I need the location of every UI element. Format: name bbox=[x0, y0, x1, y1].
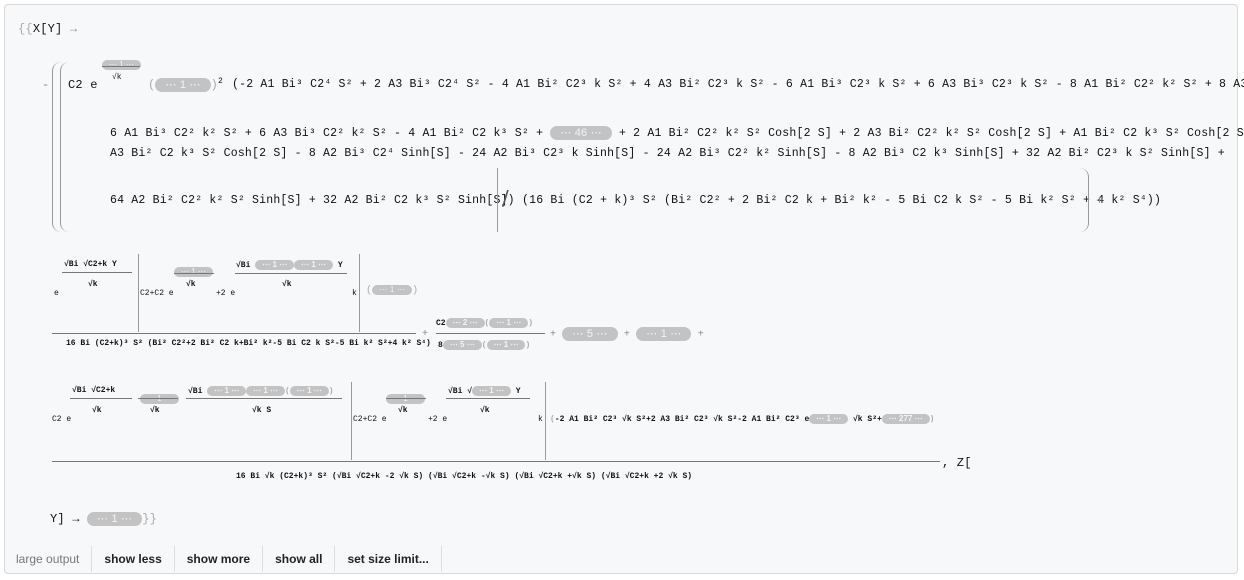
skipped-277-pill[interactable]: ⋯ 277 ⋯ bbox=[881, 414, 930, 424]
frac1-pill-d[interactable]: ⋯ 1 ⋯ bbox=[372, 285, 413, 295]
frac3-exp3-bar bbox=[186, 398, 342, 399]
frac1-exp-den: √k bbox=[88, 280, 98, 289]
frac1-pill-d-group: (⋯ 1 ⋯) bbox=[366, 285, 419, 297]
denominator-expr: (16 Bi (C2 + k)³ S² (Bi² C2² + 2 Bi² C2 … bbox=[522, 194, 1162, 207]
frac2-num-pill2[interactable]: ⋯ 1 ⋯ bbox=[489, 318, 529, 328]
frac3-paren-right bbox=[545, 382, 546, 460]
frac3-exp3-num: √Bi ⋯ 1 ⋯ ⋯ 1 ⋯(⋯ 1 ⋯) bbox=[188, 386, 334, 397]
frac3-exp2-den: √k bbox=[150, 406, 160, 415]
exp-pill[interactable]: ⋯ 1 ⋯ bbox=[102, 54, 141, 73]
frac3-exp3-den: √k S bbox=[252, 406, 272, 415]
frac3-inner-num-pill[interactable]: ⋯ 1 ⋯ bbox=[472, 386, 511, 396]
exp-frac-bar bbox=[102, 66, 140, 67]
frac1-paren-right bbox=[359, 254, 360, 332]
head-expr: X[Y] bbox=[32, 22, 63, 36]
paren-pill[interactable]: ⋯ 1 ⋯ bbox=[155, 78, 211, 92]
frac3-inner-a: C2+C2 e bbox=[353, 415, 387, 424]
frac3-inner-bar-a bbox=[386, 398, 426, 399]
frac1-main-bar bbox=[52, 333, 416, 334]
frac3-terms: (-2 A1 Bi² C2³ √k S²+2 A3 Bi² C2³ √k S²-… bbox=[550, 414, 935, 425]
skipped-46-pill[interactable]: ⋯ 46 ⋯ bbox=[550, 126, 612, 140]
frac3-c2e: C2 e bbox=[52, 415, 72, 424]
skipped-5-pill[interactable]: ⋯ 5 ⋯ bbox=[562, 327, 618, 341]
frac3-exp3-pill3[interactable]: ⋯ 1 ⋯ bbox=[289, 386, 329, 396]
frac3-exp2-bar bbox=[138, 398, 178, 399]
show-less-button[interactable]: show less bbox=[92, 546, 175, 572]
frac3-exp1-den: √k bbox=[92, 406, 102, 415]
frac1-den: 16 Bi (C2+k)³ S² (Bi² C2²+2 Bi² C2 k+Bi²… bbox=[66, 339, 431, 348]
numerator-terms-row1: (-2 A1 Bi³ C2⁴ S² + 2 A3 Bi³ C2⁴ S² - 4 … bbox=[232, 78, 1244, 91]
frac2-den: 8 ⋯ 5 ⋯(⋯ 1 ⋯) bbox=[438, 340, 531, 351]
frac2-den-pill2[interactable]: ⋯ 1 ⋯ bbox=[486, 340, 526, 350]
numerator-terms-row2: 6 A1 Bi³ C2² k² S² + 6 A3 Bi³ C2² k² S² … bbox=[110, 126, 1244, 141]
c2-e: C2 e bbox=[68, 78, 98, 92]
leading-minus: - bbox=[42, 78, 50, 92]
frac3-k: k bbox=[538, 415, 543, 424]
frac3-exp3-pill1[interactable]: ⋯ 1 ⋯ bbox=[207, 386, 247, 396]
frac1-pill-a[interactable]: ⋯ 1 ⋯ bbox=[174, 261, 213, 280]
frac3-exp1-num: √Bi √C2+k bbox=[72, 386, 116, 395]
frac3-exp3-pill2[interactable]: ⋯ 1 ⋯ bbox=[246, 386, 286, 396]
frac3-main-bar bbox=[52, 461, 940, 462]
frac1-inner-num: √Bi ⋯ 1 ⋯ ⋯ 1 ⋯ Y bbox=[236, 260, 343, 271]
frac3-den: 16 Bi √k (C2+k)³ S² (√Bi √C2+k -2 √k S) … bbox=[236, 472, 693, 481]
rule-head: {{X[Y] → bbox=[18, 22, 77, 36]
frac3-inner-den-a: √k bbox=[398, 406, 408, 415]
plus-after-first: + bbox=[1096, 194, 1104, 208]
large-output-label: large output bbox=[4, 546, 93, 572]
frac1-inner-bar-a bbox=[174, 273, 214, 274]
frac1-inner-bar-b bbox=[235, 273, 347, 274]
frac1-inner-den-a: √k bbox=[186, 280, 196, 289]
frac3-exp1-bar bbox=[70, 398, 132, 399]
set-size-limit-button[interactable]: set size limit... bbox=[335, 546, 442, 572]
frac2-num: C2 ⋯ 2 ⋯(⋯ 1 ⋯) bbox=[436, 318, 534, 329]
frac1-k: k bbox=[352, 289, 357, 298]
tail-terms: + ⋯ 5 ⋯ + ⋯ 1 ⋯ + bbox=[550, 327, 704, 341]
frac3-paren-left bbox=[351, 382, 352, 460]
frac1-exp-num: √Bi √C2+k Y bbox=[64, 260, 117, 269]
frac3-inner-den-b: √k bbox=[480, 406, 490, 415]
open-braces: {{ bbox=[18, 22, 33, 36]
frac1-e: e bbox=[54, 289, 59, 298]
frac1-paren-left bbox=[138, 254, 139, 332]
show-all-button[interactable]: show all bbox=[263, 546, 336, 572]
skipped-last-pill[interactable]: ⋯ 1 ⋯ bbox=[87, 512, 143, 526]
large-output-bar: large output show less show more show al… bbox=[4, 544, 1238, 574]
numerator-terms-row3: A3 Bi² C2 k³ S² Cosh[2 S] - 8 A2 Bi³ C2⁴… bbox=[110, 147, 1225, 160]
frac1-inner-a: C2+C2 e bbox=[140, 289, 174, 298]
rule-tail: Y] → ⋯ 1 ⋯}} bbox=[50, 512, 158, 527]
division-slash: / bbox=[502, 186, 509, 210]
frac1-exp-bar bbox=[62, 272, 132, 273]
frac3-terms-pill[interactable]: ⋯ 1 ⋯ bbox=[809, 414, 849, 424]
frac2-num-pill1[interactable]: ⋯ 2 ⋯ bbox=[445, 318, 485, 328]
frac1-inner-den-b: √k bbox=[282, 280, 292, 289]
skipped-1-pill[interactable]: ⋯ 1 ⋯ bbox=[636, 327, 692, 341]
squared-term: (⋯ 1 ⋯)2 bbox=[148, 77, 224, 93]
exp-sqrt-k: √k bbox=[112, 73, 122, 82]
frac1-pill-b[interactable]: ⋯ 1 ⋯ bbox=[255, 260, 295, 270]
frac1-inner-b: +2 e bbox=[216, 289, 236, 298]
frac3-inner-b: +2 e bbox=[428, 415, 448, 424]
frac3-inner-num: √Bi √ ⋯ 1 ⋯ Y bbox=[448, 386, 521, 397]
frac3-inner-bar-b bbox=[446, 398, 530, 399]
numerator-terms-row4: 64 A2 Bi² C2² k² S² Sinh[S] + 32 A2 Bi² … bbox=[110, 194, 515, 207]
show-more-button[interactable]: show more bbox=[175, 546, 264, 572]
z-head: , Z[ bbox=[942, 456, 972, 470]
frac2-bar bbox=[436, 333, 545, 334]
frac2-den-pill1[interactable]: ⋯ 5 ⋯ bbox=[442, 340, 482, 350]
divider-bar bbox=[497, 168, 498, 232]
rule-arrow: → bbox=[69, 22, 78, 36]
frac1-pill-c[interactable]: ⋯ 1 ⋯ bbox=[294, 260, 334, 270]
frac1-plus: + bbox=[422, 329, 429, 340]
outer-paren-right bbox=[1080, 168, 1089, 232]
